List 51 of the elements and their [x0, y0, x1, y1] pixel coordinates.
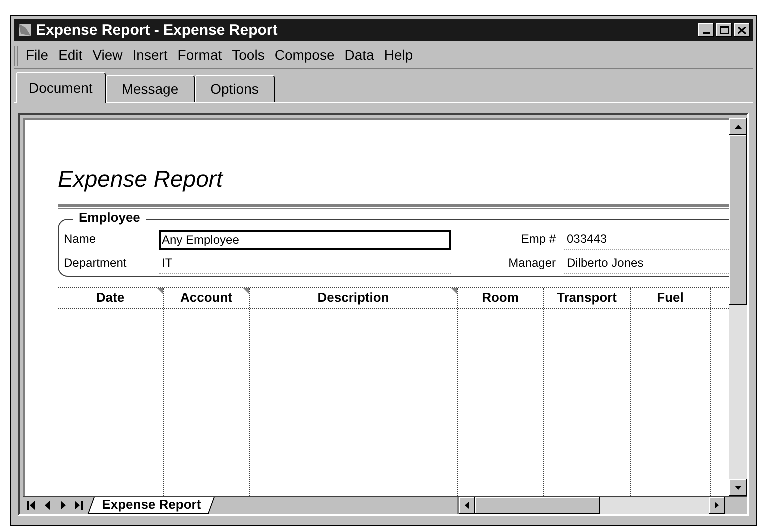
menu-item[interactable]: File [26, 45, 49, 66]
input-field[interactable]: Any Employee [159, 230, 451, 250]
minimize-button[interactable] [698, 23, 714, 37]
last-icon [75, 501, 83, 510]
scroll-thumb[interactable] [475, 497, 600, 514]
right-arrow-icon [715, 502, 719, 509]
left-arrow-icon [44, 501, 50, 510]
column-header[interactable]: Date [58, 288, 164, 308]
tab[interactable]: Document [16, 72, 106, 103]
close-button[interactable] [734, 23, 750, 37]
window-title: Expense Report - Expense Report [36, 22, 278, 38]
field-label: Department [64, 255, 128, 272]
up-arrow-icon [734, 124, 742, 128]
sheet-tab[interactable]: Expense Report [88, 497, 216, 514]
menu-item[interactable]: Compose [274, 45, 335, 66]
scroll-thumb[interactable] [729, 135, 747, 305]
field-label: Name [64, 231, 98, 248]
field-label: Emp # [520, 231, 557, 248]
column-header[interactable]: Room [458, 288, 544, 308]
left-arrow-icon [465, 502, 469, 509]
input-field[interactable]: IT [159, 254, 451, 274]
section-label: Employee [73, 210, 146, 226]
column-header[interactable]: Account [164, 288, 250, 308]
menu-item[interactable]: Data [344, 45, 374, 66]
app-icon [17, 22, 33, 38]
close-icon [738, 26, 746, 34]
menu-item[interactable]: Help [384, 45, 414, 66]
tab[interactable]: Options [194, 75, 275, 102]
column-header[interactable]: Transport [544, 288, 631, 308]
scroll-right-button[interactable] [709, 497, 725, 514]
menu-item[interactable]: Tools [232, 45, 265, 66]
form-title: Expense Report [58, 165, 225, 194]
column-header[interactable]: Description [250, 288, 458, 308]
field-label: Manager [508, 255, 557, 272]
scroll-left-button[interactable] [459, 497, 475, 514]
right-arrow-icon [60, 501, 66, 510]
menu-item[interactable]: View [92, 45, 123, 66]
scroll-up-button[interactable] [729, 118, 747, 135]
tab[interactable]: Message [106, 75, 195, 102]
minimize-icon [702, 32, 710, 34]
menu-item[interactable]: Edit [58, 45, 83, 66]
scroll-down-button[interactable] [729, 479, 747, 496]
down-arrow-icon [734, 486, 742, 490]
menu-item[interactable]: Insert [132, 45, 168, 66]
menu-item[interactable]: Format [178, 45, 222, 66]
horizontal-scrollbar[interactable] [475, 497, 709, 514]
maximize-icon [720, 26, 728, 34]
maximize-button[interactable] [716, 23, 732, 37]
column-header[interactable]: Fuel [631, 288, 711, 308]
first-icon [27, 501, 35, 510]
vertical-scrollbar[interactable] [729, 118, 747, 496]
